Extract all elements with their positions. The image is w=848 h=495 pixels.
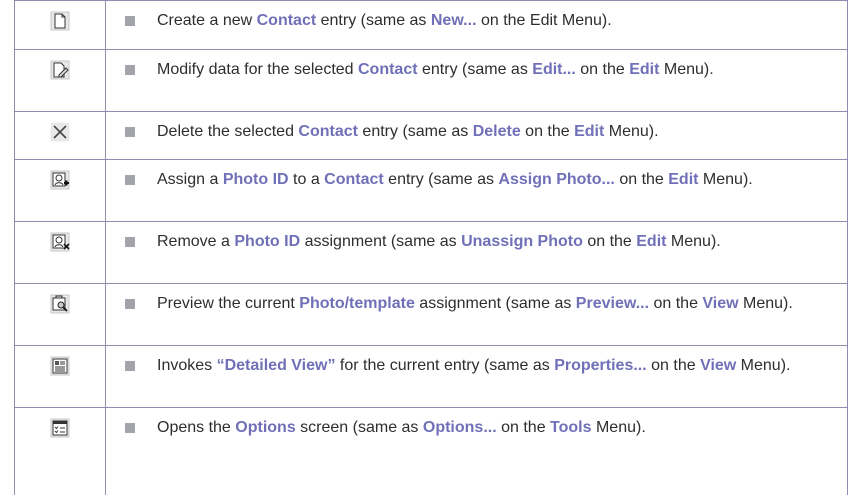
description-cell: Remove a Photo ID assignment (same as Un… (105, 221, 848, 284)
bullet (125, 65, 135, 75)
icon-cell (14, 49, 106, 112)
description-cell: Invokes “Detailed View” for the current … (105, 345, 848, 408)
preview-icon (50, 294, 70, 314)
bullet (125, 237, 135, 247)
row-text: Preview the current Photo/template assig… (157, 295, 793, 312)
table-row: Assign a Photo ID to a Contact entry (sa… (14, 159, 848, 222)
bullet (125, 423, 135, 433)
table-row: Delete the selected Contact entry (same … (14, 111, 848, 160)
description-cell: Create a new Contact entry (same as New.… (105, 0, 848, 50)
row-text: Invokes “Detailed View” for the current … (157, 357, 791, 374)
row-text: Remove a Photo ID assignment (same as Un… (157, 233, 721, 250)
icon-cell (14, 407, 106, 495)
description-cell: Opens the Options screen (same as Option… (105, 407, 848, 495)
bullet (125, 127, 135, 137)
table-row: Opens the Options screen (same as Option… (14, 407, 848, 495)
table-row: Remove a Photo ID assignment (same as Un… (14, 221, 848, 284)
description-cell: Assign a Photo ID to a Contact entry (sa… (105, 159, 848, 222)
icon-cell (14, 345, 106, 408)
row-text: Delete the selected Contact entry (same … (157, 123, 659, 140)
assign-photo-icon (50, 170, 70, 190)
icon-cell (14, 283, 106, 346)
description-cell: Preview the current Photo/template assig… (105, 283, 848, 346)
row-text: Assign a Photo ID to a Contact entry (sa… (157, 171, 753, 188)
description-cell: Modify data for the selected Contact ent… (105, 49, 848, 112)
table-row: Create a new Contact entry (same as New.… (14, 0, 848, 50)
table-row: Preview the current Photo/template assig… (14, 283, 848, 346)
bullet (125, 361, 135, 371)
edit-document-icon (50, 60, 70, 80)
icon-cell (14, 111, 106, 160)
bullet (125, 16, 135, 26)
bullet (125, 299, 135, 309)
description-cell: Delete the selected Contact entry (same … (105, 111, 848, 160)
row-text: Opens the Options screen (same as Option… (157, 419, 646, 436)
row-text: Create a new Contact entry (same as New.… (157, 12, 612, 29)
icon-cell (14, 0, 106, 50)
unassign-photo-icon (50, 232, 70, 252)
delete-x-icon (50, 122, 70, 142)
row-text: Modify data for the selected Contact ent… (157, 61, 714, 78)
new-document-icon (50, 11, 70, 31)
table-row: Modify data for the selected Contact ent… (14, 49, 848, 112)
bullet (125, 175, 135, 185)
properties-icon (50, 356, 70, 376)
icon-cell (14, 159, 106, 222)
options-icon (50, 418, 70, 438)
icon-cell (14, 221, 106, 284)
toolbar-reference-table: Create a new Contact entry (same as New.… (14, 0, 848, 495)
table-row: Invokes “Detailed View” for the current … (14, 345, 848, 408)
